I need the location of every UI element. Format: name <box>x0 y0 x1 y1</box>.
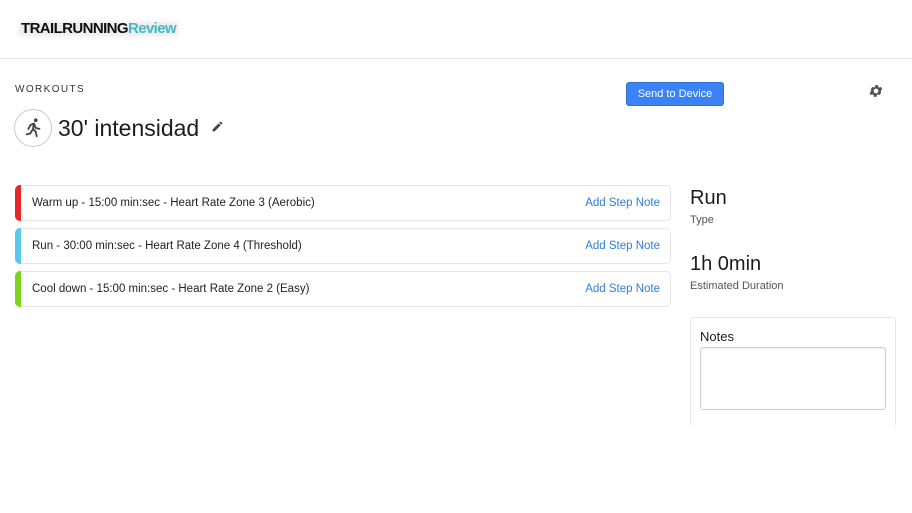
notes-panel: Notes <box>690 317 896 425</box>
step-color-bar <box>15 185 21 221</box>
gear-icon[interactable] <box>868 83 884 99</box>
edit-pencil-icon[interactable] <box>211 120 224 133</box>
step-description: Warm up - 15:00 min:sec - Heart Rate Zon… <box>32 197 315 209</box>
workout-type-value: Run <box>690 187 727 209</box>
step-color-bar <box>15 271 21 307</box>
send-to-device-button[interactable]: Send to Device <box>626 82 724 106</box>
site-logo[interactable]: TRAILRUNNINGReview <box>21 20 177 38</box>
section-label: WORKOUTS <box>15 84 86 95</box>
notes-textarea[interactable] <box>700 347 886 410</box>
add-step-note-link[interactable]: Add Step Note <box>585 186 660 220</box>
workout-type-label: Type <box>690 214 714 226</box>
workout-step: Run - 30:00 min:sec - Heart Rate Zone 4 … <box>15 228 671 264</box>
runner-glyph-icon <box>25 118 41 138</box>
workout-step: Warm up - 15:00 min:sec - Heart Rate Zon… <box>15 185 671 221</box>
top-bar: TRAILRUNNINGReview <box>0 0 912 59</box>
workout-page: TRAILRUNNINGReview WORKOUTS Send to Devi… <box>0 0 912 513</box>
add-step-note-link[interactable]: Add Step Note <box>585 229 660 263</box>
step-color-bar <box>15 228 21 264</box>
workout-title: 30' intensidad <box>58 115 200 141</box>
step-description: Cool down - 15:00 min:sec - Heart Rate Z… <box>32 283 310 295</box>
estimated-duration-value: 1h 0min <box>690 253 762 275</box>
notes-title: Notes <box>700 329 734 344</box>
estimated-duration-label: Estimated Duration <box>690 280 784 292</box>
workout-step: Cool down - 15:00 min:sec - Heart Rate Z… <box>15 271 671 307</box>
workout-steps-list: Warm up - 15:00 min:sec - Heart Rate Zon… <box>15 185 671 314</box>
logo-text-main: TRAILRUNNING <box>21 20 129 37</box>
add-step-note-link[interactable]: Add Step Note <box>585 272 660 306</box>
runner-icon <box>14 109 52 147</box>
logo-text-accent: Review <box>127 20 177 37</box>
step-description: Run - 30:00 min:sec - Heart Rate Zone 4 … <box>32 240 302 252</box>
